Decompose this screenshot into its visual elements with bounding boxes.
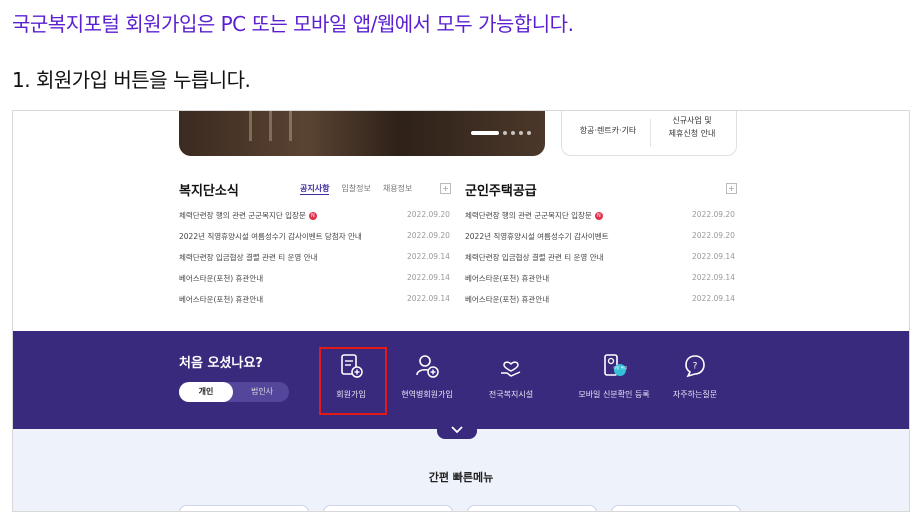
faq-button[interactable]: ? 자주하는질문 [655, 353, 735, 400]
intro-text: 국군복지포털 회원가입은 PC 또는 모바일 앱/웹에서 모두 가능합니다. [12, 12, 574, 36]
facilities-button[interactable]: 전국복지시설 [471, 353, 551, 400]
tab-jobs[interactable]: 채용정보 [383, 183, 412, 195]
side-menu-card: 항공·렌트카·기타 신규사업 및 제휴신청 안내 [561, 111, 737, 156]
housing-more-button[interactable]: + [726, 183, 737, 194]
row-date: 2022.09.20 [407, 231, 450, 240]
tab-bids[interactable]: 입찰정보 [341, 183, 370, 195]
mobile-id-icon: 국방 복지 [604, 354, 627, 376]
row-date: 2022.09.20 [692, 210, 735, 219]
new-badge: N [308, 212, 317, 220]
faq-icon: ? [685, 355, 705, 378]
banner-decoration [289, 111, 292, 141]
expand-button[interactable] [437, 421, 477, 439]
divider [650, 119, 651, 147]
notice-row[interactable]: 체력단련장 행의 관련 군군복지단 입장문 N [179, 210, 317, 221]
row-date: 2022.09.14 [407, 273, 450, 282]
quick-menu-card[interactable] [179, 505, 309, 511]
heart-hand-icon [501, 361, 521, 377]
housing-title: 군인주택공급 [465, 184, 537, 199]
tab-notices[interactable]: 공지사항 [300, 183, 330, 195]
pager-active[interactable] [471, 131, 499, 135]
active-soldier-signup-button[interactable]: 현역병회원가입 [387, 353, 467, 400]
new-badge: N [594, 212, 603, 220]
notice-tabs: 공지사항 입찰정보 채용정보 [300, 183, 412, 195]
banner-decoration [269, 111, 272, 141]
row-date: 2022.09.14 [692, 294, 735, 303]
notice-row[interactable]: 베어스타운(포천) 휴관안내 [179, 294, 263, 305]
row-date: 2022.09.14 [407, 294, 450, 303]
signup-highlight-box [319, 347, 387, 415]
notice-row[interactable]: 체력단련장 입금협상 결렬 관련 티 운영 안내 [179, 252, 318, 263]
row-date: 2022.09.14 [407, 252, 450, 261]
corporate-option[interactable]: 법인사 [235, 382, 289, 402]
active-soldier-signup-label: 현역병회원가입 [401, 390, 453, 399]
partnership-link[interactable]: 신규사업 및 제휴신청 안내 [654, 114, 730, 140]
notice-row[interactable]: 2022년 직영휴양시설 여름성수기 감사이벤트 당첨자 안내 [179, 231, 362, 242]
air-rent-link[interactable]: 항공·렌트카·기타 [568, 125, 648, 136]
step-title: 1. 회원가입 버튼을 누릅니다. [12, 68, 251, 92]
quick-menu-title: 간편 빠른메뉴 [428, 471, 494, 484]
notice-title: 복지단소식 [179, 184, 239, 199]
housing-row[interactable]: 베어스타운(포천) 휴관안내 [465, 294, 549, 305]
svg-text:?: ? [693, 362, 698, 372]
row-title: 체력단련장 행의 관련 군군복지단 입장문 [179, 211, 306, 220]
mobile-id-button[interactable]: 국방 복지 모바일 신분확인 등록 [564, 353, 664, 400]
site-screenshot: 항공·렌트카·기타 신규사업 및 제휴신청 안내 복지단소식 공지사항 입찰정보… [12, 110, 910, 512]
banner-decoration [249, 111, 252, 141]
housing-row[interactable]: 체력단련장 입금협상 결렬 관련 티 운영 안내 [465, 252, 604, 263]
notice-row[interactable]: 베어스타운(포천) 휴관안내 [179, 273, 263, 284]
row-date: 2022.09.20 [692, 231, 735, 240]
pager-dot[interactable] [519, 131, 523, 135]
pager-dot[interactable] [511, 131, 515, 135]
quick-menu-card[interactable] [467, 505, 597, 511]
hero-banner[interactable] [179, 111, 545, 156]
individual-option[interactable]: 개인 [179, 382, 233, 402]
banner-pager[interactable] [471, 131, 531, 135]
chevron-down-icon [451, 426, 463, 434]
faq-label: 자주하는질문 [672, 390, 718, 399]
user-add-icon [416, 355, 439, 378]
first-visit-title: 처음 오셨나요? [179, 356, 263, 371]
partnership-line1: 신규사업 및 [672, 116, 712, 125]
notice-more-button[interactable]: + [440, 183, 451, 194]
housing-row[interactable]: 2022년 직영휴양시설 여름성수기 감사이벤트 [465, 231, 609, 242]
row-title: 체력단련장 행의 관련 군군복지단 입장문 [465, 211, 592, 220]
housing-row[interactable]: 체력단련장 행의 관련 군군복지단 입장문 N [465, 210, 603, 221]
badge-text: 국방 복지 [613, 365, 627, 370]
row-date: 2022.09.14 [692, 273, 735, 282]
mobile-id-label: 모바일 신분확인 등록 [578, 390, 650, 399]
partnership-line2: 제휴신청 안내 [668, 129, 716, 138]
quick-menu-card[interactable] [611, 505, 741, 511]
row-date: 2022.09.20 [407, 210, 450, 219]
facilities-label: 전국복지시설 [488, 390, 534, 399]
quick-menu-card[interactable] [323, 505, 453, 511]
quick-start-band: 처음 오셨나요? 개인 법인사 회원가입 현역병회원가입 전국복지시설 국방 복… [13, 331, 909, 429]
pager-dot[interactable] [503, 131, 507, 135]
row-date: 2022.09.14 [692, 252, 735, 261]
member-type-toggle[interactable]: 개인 법인사 [179, 382, 289, 402]
housing-row[interactable]: 베어스타운(포천) 휴관안내 [465, 273, 549, 284]
pager-dot[interactable] [527, 131, 531, 135]
